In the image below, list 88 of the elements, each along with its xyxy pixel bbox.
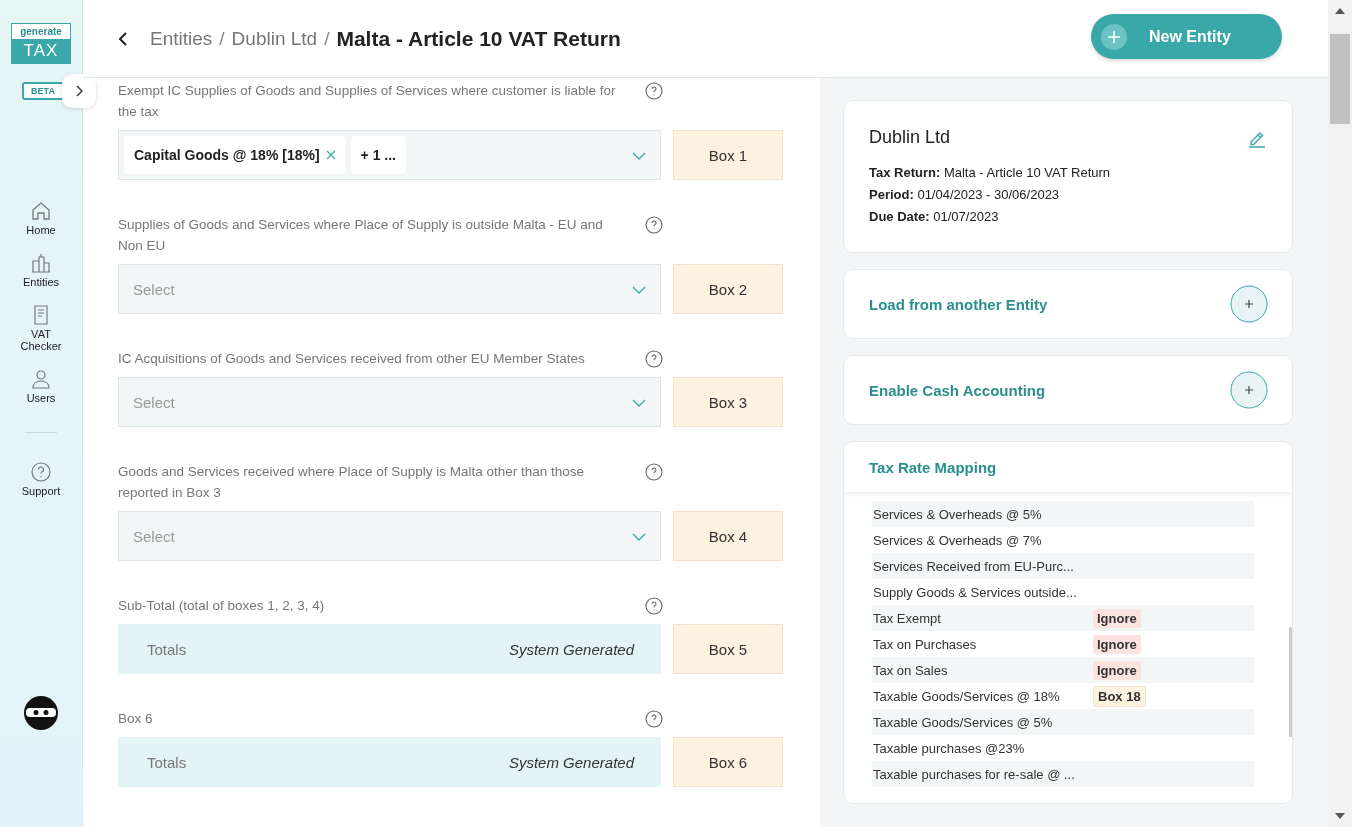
- mapping-name: Tax on Purchases: [872, 636, 978, 652]
- page-scrollbar[interactable]: [1328, 0, 1352, 827]
- mapping-badge: Ignore: [1093, 634, 1141, 654]
- user-icon: [30, 368, 52, 390]
- help-icon[interactable]: [645, 82, 663, 100]
- entity-detail: Period: 01/04/2023 - 30/06/2023: [869, 186, 1061, 204]
- mapping-badge: Box 18: [1093, 685, 1146, 707]
- back-button[interactable]: [118, 30, 128, 47]
- mapping-name: Taxable purchases @23%: [872, 740, 1026, 756]
- mapping-badge: Ignore: [1093, 660, 1141, 680]
- select-field[interactable]: Select: [118, 511, 661, 561]
- box-label: Box 3: [673, 377, 783, 427]
- entity-detail: Due Date: 01/07/2023: [869, 208, 1000, 226]
- list-scrollbar[interactable]: [1289, 627, 1292, 737]
- caret-icon: [632, 286, 646, 294]
- add-icon[interactable]: [1230, 285, 1268, 323]
- action-card[interactable]: Enable Cash Accounting: [843, 355, 1293, 425]
- mapping-name: Services & Overheads @ 7%: [872, 532, 1043, 548]
- mapping-name: Taxable purchases for re-sale @ ...: [872, 766, 1076, 782]
- nav-item[interactable]: Support: [6, 461, 76, 497]
- page-title: Malta - Article 10 VAT Return: [336, 26, 621, 51]
- breadcrumb-link[interactable]: Entities: [150, 27, 213, 50]
- field-label: Supplies of Goods and Services where Place of Supply is outside Malta - EU and Non EU: [118, 216, 604, 255]
- nav-item[interactable]: Users: [6, 368, 76, 404]
- entity-detail: Tax Return: Malta - Article 10 VAT Return: [869, 164, 1112, 182]
- field-label: Exempt IC Supplies of Goods and Supplies of Services where customer is liable for the tax: [118, 82, 617, 121]
- nav-item[interactable]: VAT Checker: [6, 304, 76, 352]
- buildings-icon: [30, 252, 52, 274]
- box-label: Box 6: [673, 737, 783, 787]
- entity-name: Dublin Ltd: [869, 127, 951, 148]
- select-field[interactable]: Select: [118, 264, 661, 314]
- help-icon: [30, 461, 52, 483]
- field-label: IC Acquisitions of Goods and Services received from other EU Member States: [118, 350, 585, 368]
- home-icon: [30, 200, 52, 222]
- nav-item[interactable]: Home: [6, 200, 76, 236]
- mapping-name: Taxable Goods/Services @ 5%: [872, 714, 1054, 730]
- back-icon: [118, 30, 128, 47]
- help-icon[interactable]: [645, 710, 663, 728]
- totals-label: Totals: [147, 753, 187, 771]
- field-label: Goods and Services received where Place of Supply is Malta other than those reported in Box 3: [118, 463, 585, 502]
- mapping-name: Taxable Goods/Services @ 18%: [872, 688, 1061, 704]
- mapping-badge: Ignore: [1093, 608, 1141, 628]
- mapping-name: Tax on Sales: [872, 662, 949, 678]
- box-label: Box 2: [673, 264, 783, 314]
- breadcrumb-separator: /: [218, 27, 226, 50]
- expand-button[interactable]: [61, 74, 96, 108]
- logo[interactable]: generate TAX: [11, 23, 71, 64]
- scrollbar-thumb[interactable]: [1330, 34, 1350, 124]
- new-entity-button[interactable]: New Entity: [1091, 14, 1282, 59]
- plus-icon: [1101, 23, 1127, 50]
- help-icon[interactable]: [645, 350, 663, 368]
- remove-icon[interactable]: [325, 150, 336, 160]
- mapping-name: Services Received from EU-Purc...: [872, 558, 1075, 574]
- logo-bottom-text: TAX: [12, 39, 70, 63]
- action-title: Enable Cash Accounting: [869, 381, 1046, 399]
- totals-label: Totals: [147, 640, 187, 658]
- totals-value: System Generated: [508, 753, 634, 771]
- action-title: Load from another Entity: [869, 295, 1048, 313]
- mapping-name: Supply Goods & Services outside...: [872, 584, 1078, 600]
- box-label: Box 1: [673, 130, 783, 180]
- scroll-down-icon[interactable]: [1335, 813, 1345, 819]
- avatar[interactable]: [23, 695, 59, 731]
- caret-icon: [632, 399, 646, 407]
- nav-item[interactable]: Entities: [6, 252, 76, 288]
- mapping-name: Tax Exempt: [872, 610, 942, 626]
- field-label: Box 6: [118, 710, 153, 728]
- mapping-title: Tax Rate Mapping: [844, 442, 1292, 492]
- help-icon[interactable]: [645, 463, 663, 481]
- caret-icon: [632, 152, 646, 160]
- totals-value: System Generated: [508, 640, 634, 658]
- more-tag: + 1 ...: [350, 136, 406, 174]
- field-label: Sub-Total (total of boxes 1, 2, 3, 4): [118, 597, 325, 615]
- mapping-name: Services & Overheads @ 5%: [872, 506, 1043, 522]
- breadcrumb-separator: /: [323, 27, 331, 50]
- box-label: Box 4: [673, 511, 783, 561]
- action-card[interactable]: Load from another Entity: [843, 269, 1293, 339]
- help-icon[interactable]: [645, 597, 663, 615]
- caret-icon: [632, 533, 646, 541]
- add-icon[interactable]: [1230, 371, 1268, 409]
- logo-top-text: generate: [12, 24, 70, 39]
- select-field[interactable]: Capital Goods @ 18% [18%] + 1 ...: [118, 130, 661, 180]
- box-label: Box 5: [673, 624, 783, 674]
- beta-badge: BETA: [22, 82, 64, 100]
- selected-tag: Capital Goods @ 18% [18%]: [124, 136, 346, 174]
- scroll-up-icon[interactable]: [1335, 8, 1345, 14]
- help-icon[interactable]: [645, 216, 663, 234]
- breadcrumb-link[interactable]: Dublin Ltd: [231, 27, 318, 50]
- select-field[interactable]: Select: [118, 377, 661, 427]
